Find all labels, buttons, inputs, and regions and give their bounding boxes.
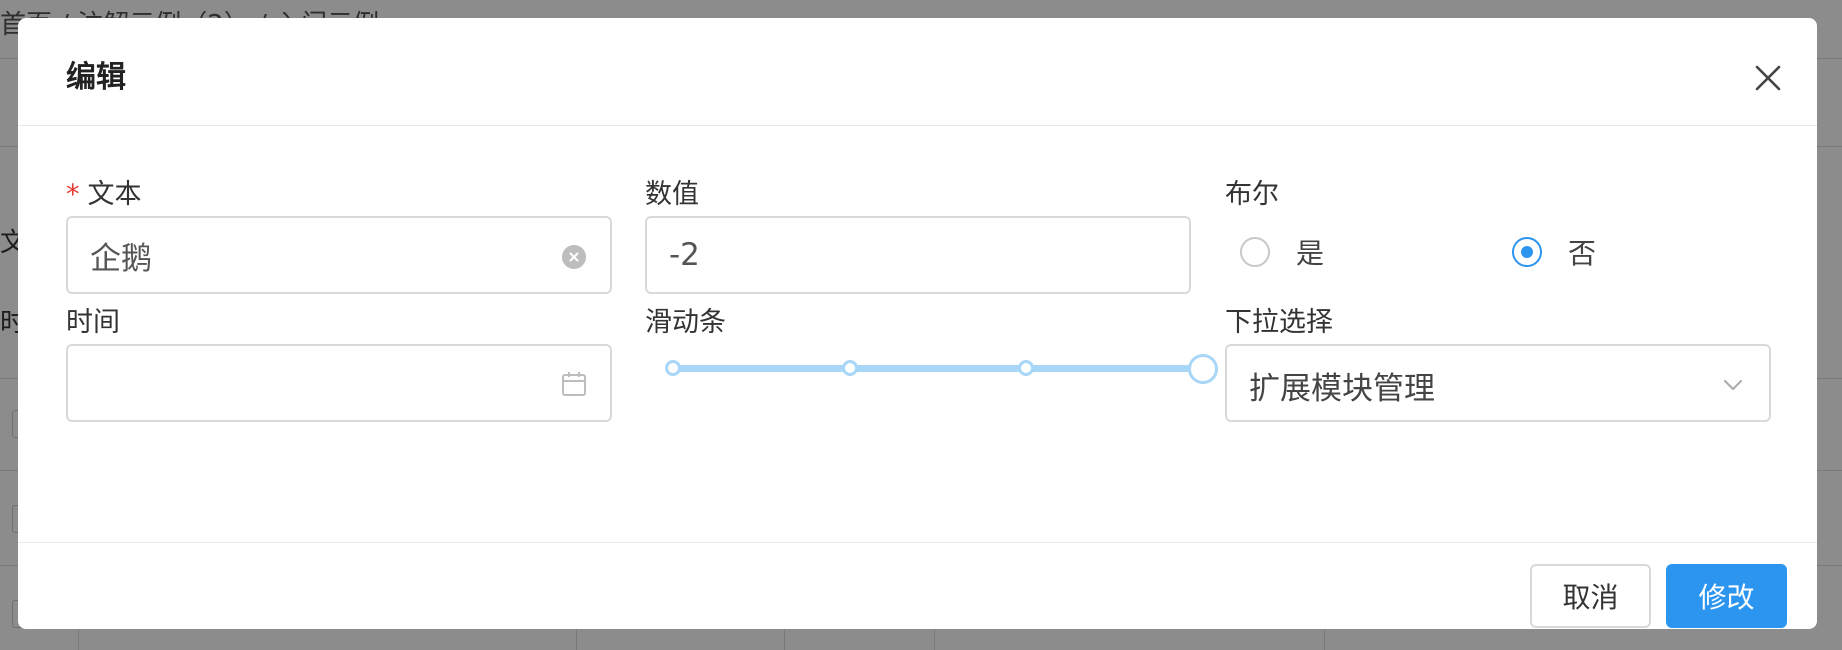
time-field-label: 时间 xyxy=(66,307,120,338)
slider[interactable] xyxy=(665,350,1218,390)
radio-yes-circle xyxy=(1240,237,1270,267)
submit-button[interactable]: 修改 xyxy=(1666,564,1787,628)
radio-no-label: 否 xyxy=(1568,237,1597,270)
slider-step-mark xyxy=(665,360,681,376)
close-button[interactable] xyxy=(1750,60,1786,96)
boolean-field-label: 布尔 xyxy=(1225,179,1279,210)
radio-yes-label: 是 xyxy=(1296,237,1325,270)
text-field-label: * 文本 xyxy=(66,172,142,211)
number-input[interactable] xyxy=(669,218,1149,292)
dialog-title: 编辑 xyxy=(66,60,126,95)
required-mark: * xyxy=(66,179,80,210)
radio-selected-dot xyxy=(1521,246,1533,258)
select-field-label: 下拉选择 xyxy=(1225,307,1333,338)
number-input-wrapper xyxy=(645,216,1191,294)
slider-fill xyxy=(673,365,1203,372)
slider-handle[interactable] xyxy=(1188,354,1218,384)
time-input-wrapper xyxy=(66,344,612,422)
dialog-header: 编辑 xyxy=(18,18,1817,126)
dropdown-select[interactable]: 扩展模块管理 xyxy=(1225,344,1771,422)
select-value: 扩展模块管理 xyxy=(1249,371,1435,407)
text-label: 文本 xyxy=(87,179,142,210)
clear-icon[interactable] xyxy=(562,245,586,269)
text-input-wrapper xyxy=(66,216,612,294)
slider-field-label: 滑动条 xyxy=(645,307,726,338)
slider-step-mark xyxy=(1018,360,1035,376)
text-input[interactable] xyxy=(90,218,570,292)
cancel-button[interactable]: 取消 xyxy=(1530,564,1651,628)
chevron-down-icon xyxy=(1724,380,1742,390)
calendar-icon[interactable] xyxy=(560,370,588,398)
close-icon xyxy=(1755,65,1781,91)
time-input[interactable] xyxy=(90,346,570,420)
radio-yes[interactable]: 是 xyxy=(1240,234,1360,274)
dialog-body: *文本 数值 布尔 是 否 时 xyxy=(18,126,1817,542)
edit-dialog: 编辑 *文本 数值 布尔 xyxy=(18,18,1817,629)
number-field-label: 数值 xyxy=(645,179,699,210)
clear-x-glyph xyxy=(569,252,579,262)
radio-no[interactable]: 否 xyxy=(1512,234,1632,274)
slider-step-mark xyxy=(841,360,858,376)
radio-no-circle xyxy=(1512,237,1542,267)
dialog-footer: 取消 修改 xyxy=(18,542,1817,629)
